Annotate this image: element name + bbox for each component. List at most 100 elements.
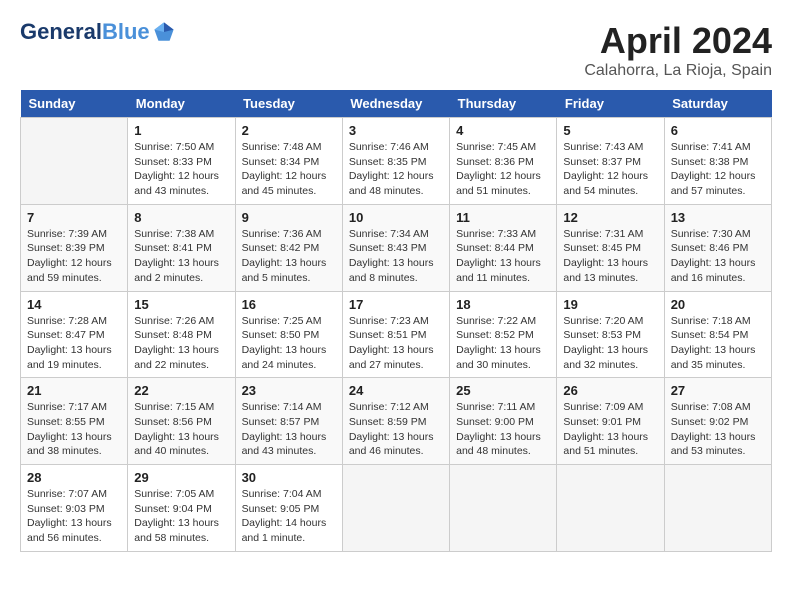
day-detail: Sunrise: 7:25 AM Sunset: 8:50 PM Dayligh… (242, 314, 336, 373)
day-detail: Sunrise: 7:43 AM Sunset: 8:37 PM Dayligh… (563, 140, 657, 199)
day-cell-5: 5 Sunrise: 7:43 AM Sunset: 8:37 PM Daylig… (557, 118, 664, 205)
day-detail: Sunrise: 7:22 AM Sunset: 8:52 PM Dayligh… (456, 314, 550, 373)
day-number: 2 (242, 123, 336, 138)
day-cell-24: 24 Sunrise: 7:12 AM Sunset: 8:59 PM Dayli… (342, 378, 449, 465)
day-cell-12: 12 Sunrise: 7:31 AM Sunset: 8:45 PM Dayli… (557, 204, 664, 291)
day-cell-11: 11 Sunrise: 7:33 AM Sunset: 8:44 PM Dayli… (450, 204, 557, 291)
day-number: 14 (27, 297, 121, 312)
day-detail: Sunrise: 7:17 AM Sunset: 8:55 PM Dayligh… (27, 400, 121, 459)
day-cell-28: 28 Sunrise: 7:07 AM Sunset: 9:03 PM Dayli… (21, 465, 128, 552)
col-header-monday: Monday (128, 90, 235, 118)
week-row-3: 14 Sunrise: 7:28 AM Sunset: 8:47 PM Dayli… (21, 291, 772, 378)
day-number: 30 (242, 470, 336, 485)
day-detail: Sunrise: 7:08 AM Sunset: 9:02 PM Dayligh… (671, 400, 765, 459)
day-detail: Sunrise: 7:18 AM Sunset: 8:54 PM Dayligh… (671, 314, 765, 373)
day-number: 3 (349, 123, 443, 138)
location: Calahorra, La Rioja, Spain (584, 62, 772, 80)
day-number: 7 (27, 210, 121, 225)
day-cell-1: 1 Sunrise: 7:50 AM Sunset: 8:33 PM Daylig… (128, 118, 235, 205)
day-detail: Sunrise: 7:48 AM Sunset: 8:34 PM Dayligh… (242, 140, 336, 199)
day-detail: Sunrise: 7:28 AM Sunset: 8:47 PM Dayligh… (27, 314, 121, 373)
calendar-table: SundayMondayTuesdayWednesdayThursdayFrid… (20, 90, 772, 552)
day-detail: Sunrise: 7:15 AM Sunset: 8:56 PM Dayligh… (134, 400, 228, 459)
col-header-tuesday: Tuesday (235, 90, 342, 118)
day-detail: Sunrise: 7:33 AM Sunset: 8:44 PM Dayligh… (456, 227, 550, 286)
day-number: 11 (456, 210, 550, 225)
day-number: 4 (456, 123, 550, 138)
day-number: 8 (134, 210, 228, 225)
week-row-1: 1 Sunrise: 7:50 AM Sunset: 8:33 PM Daylig… (21, 118, 772, 205)
day-detail: Sunrise: 7:26 AM Sunset: 8:48 PM Dayligh… (134, 314, 228, 373)
day-detail: Sunrise: 7:46 AM Sunset: 8:35 PM Dayligh… (349, 140, 443, 199)
day-cell-7: 7 Sunrise: 7:39 AM Sunset: 8:39 PM Daylig… (21, 204, 128, 291)
day-number: 29 (134, 470, 228, 485)
col-header-thursday: Thursday (450, 90, 557, 118)
month-title: April 2024 (584, 20, 772, 62)
day-number: 15 (134, 297, 228, 312)
day-number: 27 (671, 383, 765, 398)
day-detail: Sunrise: 7:36 AM Sunset: 8:42 PM Dayligh… (242, 227, 336, 286)
week-row-2: 7 Sunrise: 7:39 AM Sunset: 8:39 PM Daylig… (21, 204, 772, 291)
day-cell-9: 9 Sunrise: 7:36 AM Sunset: 8:42 PM Daylig… (235, 204, 342, 291)
day-cell-14: 14 Sunrise: 7:28 AM Sunset: 8:47 PM Dayli… (21, 291, 128, 378)
day-detail: Sunrise: 7:14 AM Sunset: 8:57 PM Dayligh… (242, 400, 336, 459)
week-row-5: 28 Sunrise: 7:07 AM Sunset: 9:03 PM Dayli… (21, 465, 772, 552)
day-number: 1 (134, 123, 228, 138)
logo: GeneralBlue (20, 20, 176, 44)
day-cell-30: 30Sunrise: 7:04 AM Sunset: 9:05 PM Dayli… (235, 465, 342, 552)
day-detail: Sunrise: 7:30 AM Sunset: 8:46 PM Dayligh… (671, 227, 765, 286)
day-number: 25 (456, 383, 550, 398)
logo-icon (152, 20, 176, 44)
day-number: 20 (671, 297, 765, 312)
day-number: 22 (134, 383, 228, 398)
day-cell-6: 6 Sunrise: 7:41 AM Sunset: 8:38 PM Daylig… (664, 118, 771, 205)
day-cell-4: 4 Sunrise: 7:45 AM Sunset: 8:36 PM Daylig… (450, 118, 557, 205)
day-number: 28 (27, 470, 121, 485)
day-number: 5 (563, 123, 657, 138)
empty-cell (21, 118, 128, 205)
col-header-friday: Friday (557, 90, 664, 118)
day-detail: Sunrise: 7:38 AM Sunset: 8:41 PM Dayligh… (134, 227, 228, 286)
day-detail: Sunrise: 7:34 AM Sunset: 8:43 PM Dayligh… (349, 227, 443, 286)
day-detail: Sunrise: 7:45 AM Sunset: 8:36 PM Dayligh… (456, 140, 550, 199)
day-number: 6 (671, 123, 765, 138)
day-detail: Sunrise: 7:12 AM Sunset: 8:59 PM Dayligh… (349, 400, 443, 459)
day-detail: Sunrise: 7:11 AM Sunset: 9:00 PM Dayligh… (456, 400, 550, 459)
day-cell-10: 10 Sunrise: 7:34 AM Sunset: 8:43 PM Dayli… (342, 204, 449, 291)
day-number: 13 (671, 210, 765, 225)
day-detail: Sunrise: 7:09 AM Sunset: 9:01 PM Dayligh… (563, 400, 657, 459)
col-header-sunday: Sunday (21, 90, 128, 118)
day-number: 23 (242, 383, 336, 398)
day-detail: Sunrise: 7:31 AM Sunset: 8:45 PM Dayligh… (563, 227, 657, 286)
day-detail: Sunrise: 7:41 AM Sunset: 8:38 PM Dayligh… (671, 140, 765, 199)
day-cell-25: 25 Sunrise: 7:11 AM Sunset: 9:00 PM Dayli… (450, 378, 557, 465)
day-cell-21: 21Sunrise: 7:17 AM Sunset: 8:55 PM Dayli… (21, 378, 128, 465)
day-cell-16: 16 Sunrise: 7:25 AM Sunset: 8:50 PM Dayli… (235, 291, 342, 378)
day-cell-27: 27 Sunrise: 7:08 AM Sunset: 9:02 PM Dayli… (664, 378, 771, 465)
day-detail: Sunrise: 7:39 AM Sunset: 8:39 PM Dayligh… (27, 227, 121, 286)
day-number: 26 (563, 383, 657, 398)
day-number: 18 (456, 297, 550, 312)
day-number: 24 (349, 383, 443, 398)
day-cell-29: 29Sunrise: 7:05 AM Sunset: 9:04 PM Dayli… (128, 465, 235, 552)
calendar-header-row: SundayMondayTuesdayWednesdayThursdayFrid… (21, 90, 772, 118)
week-row-4: 21Sunrise: 7:17 AM Sunset: 8:55 PM Dayli… (21, 378, 772, 465)
day-number: 16 (242, 297, 336, 312)
day-number: 9 (242, 210, 336, 225)
logo-text: GeneralBlue (20, 20, 150, 44)
day-cell-23: 23 Sunrise: 7:14 AM Sunset: 8:57 PM Dayli… (235, 378, 342, 465)
day-detail: Sunrise: 7:07 AM Sunset: 9:03 PM Dayligh… (27, 487, 121, 546)
day-cell-8: 8 Sunrise: 7:38 AM Sunset: 8:41 PM Daylig… (128, 204, 235, 291)
day-number: 12 (563, 210, 657, 225)
col-header-saturday: Saturday (664, 90, 771, 118)
page-header: GeneralBlue April 2024 Calahorra, La Rio… (20, 20, 772, 80)
day-detail: Sunrise: 7:23 AM Sunset: 8:51 PM Dayligh… (349, 314, 443, 373)
empty-cell (557, 465, 664, 552)
day-cell-20: 20 Sunrise: 7:18 AM Sunset: 8:54 PM Dayli… (664, 291, 771, 378)
empty-cell (342, 465, 449, 552)
day-number: 17 (349, 297, 443, 312)
day-cell-17: 17 Sunrise: 7:23 AM Sunset: 8:51 PM Dayli… (342, 291, 449, 378)
day-cell-15: 15 Sunrise: 7:26 AM Sunset: 8:48 PM Dayli… (128, 291, 235, 378)
day-detail: Sunrise: 7:50 AM Sunset: 8:33 PM Dayligh… (134, 140, 228, 199)
day-number: 10 (349, 210, 443, 225)
